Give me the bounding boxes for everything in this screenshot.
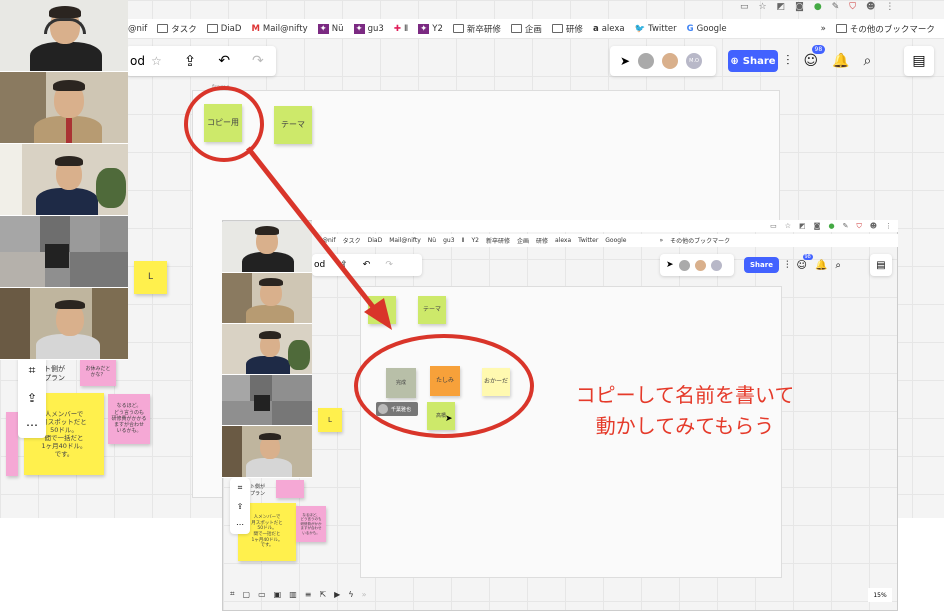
annotation-overlay	[184, 86, 534, 438]
annotation-line-1: コピーして名前を書いて	[575, 383, 795, 407]
highlight-circle-stickies	[354, 334, 534, 438]
annotation-line-2: 動かしてみてもらう	[595, 414, 775, 438]
annotation-arrow	[246, 146, 379, 314]
annotation-text: コピーして名前を書いて 動かしてみてもらう	[550, 380, 820, 442]
